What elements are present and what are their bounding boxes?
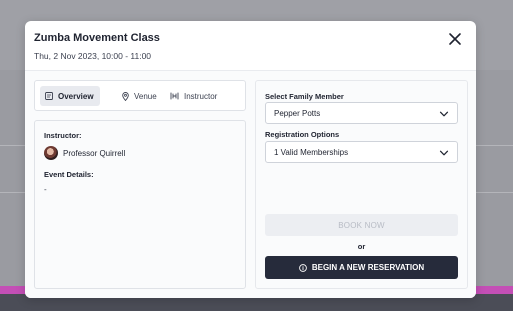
tab-bar: Overview Venue Instructor	[34, 80, 246, 111]
instructor-name: Professor Quirrell	[63, 148, 126, 158]
chevron-down-icon	[439, 111, 449, 117]
tab-venue-label: Venue	[134, 91, 157, 101]
event-modal: Zumba Movement Class Thu, 2 Nov 2023, 10…	[25, 21, 476, 298]
overview-panel: Instructor: Professor Quirrell Event Det…	[34, 120, 246, 289]
location-pin-icon	[122, 91, 129, 101]
book-now-label: BOOK NOW	[338, 220, 385, 230]
document-icon	[45, 92, 53, 100]
modal-subtitle: Thu, 2 Nov 2023, 10:00 - 11:00	[34, 51, 152, 61]
tab-overview-label: Overview	[58, 91, 94, 101]
tab-venue[interactable]: Venue	[117, 86, 163, 106]
instructor-label: Instructor:	[44, 131, 82, 140]
instructor-icon	[170, 92, 179, 100]
booking-panel: Select Family Member Pepper Potts Regist…	[255, 80, 468, 289]
modal-title: Zumba Movement Class	[34, 32, 160, 44]
registration-options-select[interactable]: 1 Valid Memberships	[265, 141, 458, 163]
info-icon	[298, 263, 307, 272]
registration-options-value: 1 Valid Memberships	[274, 147, 349, 157]
modal-header: Zumba Movement Class Thu, 2 Nov 2023, 10…	[25, 21, 476, 69]
close-icon	[449, 33, 461, 45]
event-details-label: Event Details:	[44, 170, 94, 179]
family-member-label: Select Family Member	[265, 92, 344, 101]
tab-overview[interactable]: Overview	[40, 86, 100, 106]
family-member-select[interactable]: Pepper Potts	[265, 102, 458, 124]
begin-new-reservation-button[interactable]: BEGIN A NEW RESERVATION	[265, 256, 458, 279]
event-details-value: -	[44, 185, 47, 194]
book-now-button[interactable]: BOOK NOW	[265, 214, 458, 236]
tab-instructor-label: Instructor	[184, 91, 218, 101]
family-member-value: Pepper Potts	[274, 108, 321, 118]
tab-instructor[interactable]: Instructor	[165, 86, 227, 106]
registration-options-label: Registration Options	[265, 130, 340, 139]
or-separator: or	[357, 242, 366, 251]
avatar	[44, 146, 58, 160]
instructor-row: Professor Quirrell	[44, 146, 125, 160]
begin-new-reservation-label: BEGIN A NEW RESERVATION	[311, 263, 425, 272]
close-button[interactable]	[448, 32, 462, 46]
chevron-down-icon	[439, 150, 449, 156]
